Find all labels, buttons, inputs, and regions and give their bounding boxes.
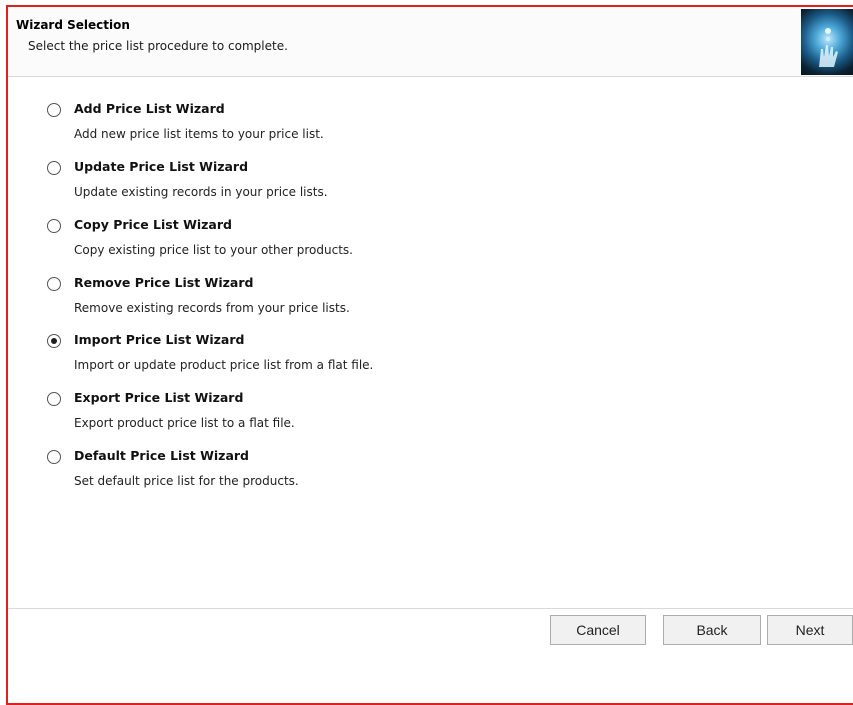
radio-button[interactable] <box>47 392 61 406</box>
wizard-hand-icon <box>801 9 853 75</box>
option-title: Update Price List Wizard <box>74 159 249 174</box>
option-title: Add Price List Wizard <box>74 101 225 116</box>
option-description: Export product price list to a flat file… <box>74 416 295 430</box>
option-title: Copy Price List Wizard <box>74 217 232 232</box>
radio-button[interactable] <box>47 277 61 291</box>
page-title: Wizard Selection <box>16 18 130 32</box>
option-title: Export Price List Wizard <box>74 390 244 405</box>
option-description: Set default price list for the products. <box>74 474 299 488</box>
footer-divider <box>8 608 853 609</box>
back-button[interactable]: Back <box>663 615 761 645</box>
radio-button[interactable] <box>47 161 61 175</box>
next-button[interactable]: Next <box>767 615 853 645</box>
option-title: Default Price List Wizard <box>74 448 249 463</box>
radio-button[interactable] <box>47 219 61 233</box>
option-title: Import Price List Wizard <box>74 332 245 347</box>
radio-button-selected[interactable] <box>47 334 61 348</box>
wizard-header: Wizard Selection Select the price list p… <box>8 7 853 77</box>
radio-button[interactable] <box>47 450 61 464</box>
option-title: Remove Price List Wizard <box>74 275 254 290</box>
option-description: Import or update product price list from… <box>74 358 374 372</box>
option-description: Remove existing records from your price … <box>74 301 350 315</box>
option-description: Update existing records in your price li… <box>74 185 328 199</box>
option-description: Add new price list items to your price l… <box>74 127 324 141</box>
option-description: Copy existing price list to your other p… <box>74 243 353 257</box>
cancel-button[interactable]: Cancel <box>550 615 646 645</box>
radio-button[interactable] <box>47 103 61 117</box>
page-subtitle: Select the price list procedure to compl… <box>28 39 288 53</box>
